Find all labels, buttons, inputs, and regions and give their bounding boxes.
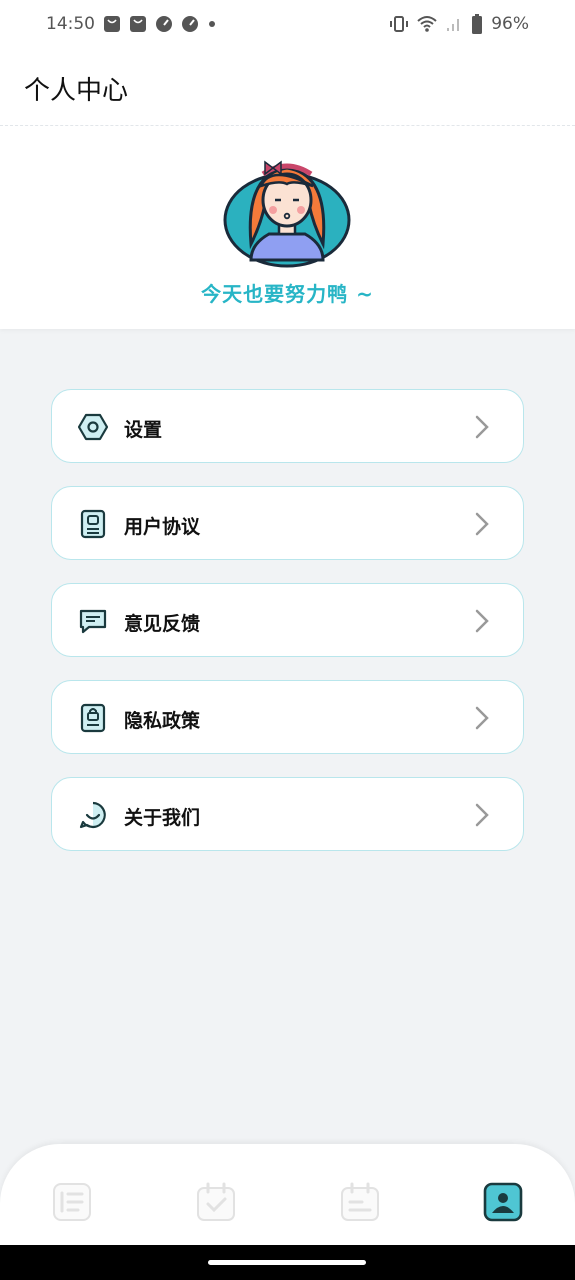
user-agreement-icon [80,509,106,539]
system-navigation-bar [0,1245,575,1280]
bag-icon [130,16,146,32]
speedometer-icon [156,16,172,32]
avatar[interactable] [221,140,353,272]
menu-item-label: 用户协议 [124,516,201,538]
bag-icon [104,16,120,32]
notes-icon[interactable] [340,1182,380,1222]
profile-section: 今天也要努力鸭 ~ [0,126,575,329]
menu-item-label: 关于我们 [124,807,201,829]
speedometer-icon [182,16,198,32]
wifi-icon [417,16,437,32]
menu-item-privacy[interactable]: 隐私政策 [51,680,524,754]
chevron-right-icon [475,803,489,827]
status-bar: 14:50 96% [0,0,575,48]
about-smile-chat-icon [79,801,106,829]
feedback-message-icon [79,609,107,634]
menu-item-label: 设置 [124,419,163,441]
chevron-right-icon [475,706,489,730]
dot-icon [209,21,215,27]
check-calendar-icon[interactable] [196,1182,236,1222]
settings-hexagon-icon [78,413,108,441]
profile-icon[interactable] [483,1182,523,1222]
signal-icon [447,19,460,31]
list-icon[interactable] [52,1182,92,1222]
menu-item-user-agreement[interactable]: 用户协议 [51,486,524,560]
bottom-tab-bar [0,1144,575,1245]
menu-list: 设置 用户协议 意见反馈 隐私政策 关于我们 [51,389,524,874]
status-time: 14:50 [46,14,95,34]
page-title: 个人中心 [24,76,129,106]
menu-item-label: 意见反馈 [124,613,201,635]
menu-item-about-us[interactable]: 关于我们 [51,777,524,851]
privacy-lock-icon [80,703,106,733]
vibrate-icon [390,16,409,32]
battery-percent: 96% [491,14,529,34]
menu-item-label: 隐私政策 [124,710,201,732]
home-gesture-handle[interactable] [208,1260,366,1265]
menu-item-settings[interactable]: 设置 [51,389,524,463]
chevron-right-icon [475,512,489,536]
chevron-right-icon [475,609,489,633]
chevron-right-icon [475,415,489,439]
header: 个人中心 [0,48,575,126]
battery-icon [472,14,483,34]
menu-item-feedback[interactable]: 意见反馈 [51,583,524,657]
profile-slogan: 今天也要努力鸭 ~ [201,282,374,306]
